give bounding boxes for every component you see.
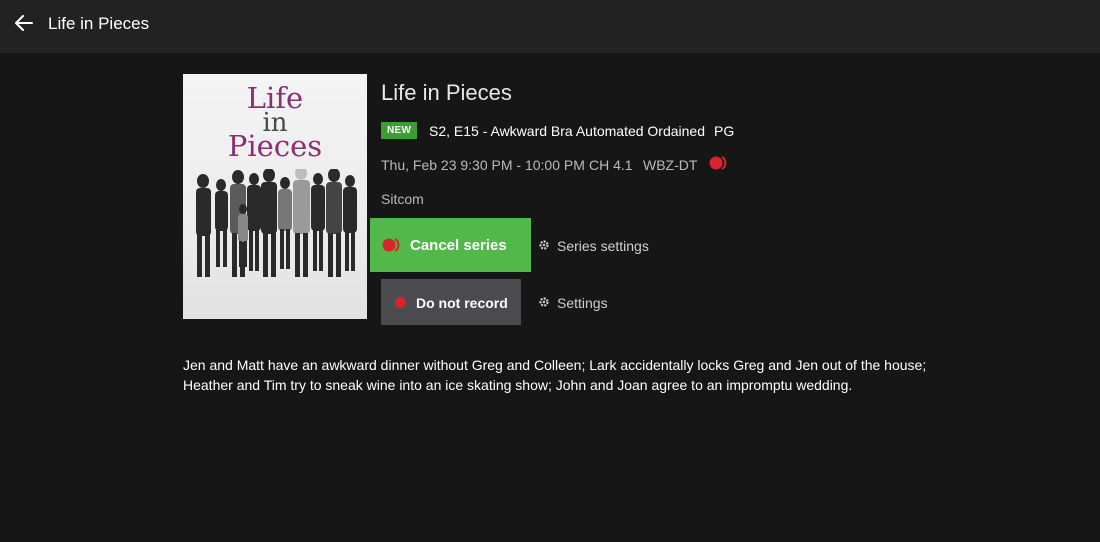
- top-bar: Life in Pieces: [0, 0, 1100, 53]
- settings-link[interactable]: Settings: [557, 295, 608, 311]
- series-settings-link[interactable]: Series settings: [557, 238, 649, 254]
- record-dot-icon: [395, 297, 406, 308]
- gear-icon: [539, 297, 549, 307]
- genre-label: Sitcom: [381, 191, 424, 207]
- series-record-icon: [709, 156, 727, 170]
- cancel-series-label: Cancel series: [410, 237, 507, 254]
- back-button[interactable]: [10, 9, 38, 37]
- do-not-record-button[interactable]: Do not record: [381, 279, 521, 325]
- series-record-icon: [382, 238, 400, 252]
- new-badge: NEW: [381, 122, 418, 139]
- program-description: Jen and Matt have an awkward dinner with…: [183, 357, 927, 393]
- show-poster: Life in Pieces: [183, 74, 367, 319]
- rating-label: PG: [714, 123, 735, 139]
- gear-icon: [539, 240, 549, 250]
- cast-photo: [196, 169, 357, 277]
- channel-number: CH 4.1: [589, 157, 633, 173]
- program-title: Life in Pieces: [381, 80, 512, 105]
- cancel-series-button[interactable]: Cancel series: [370, 218, 531, 272]
- episode-info: S2, E15 - Awkward Bra Automated Ordained: [429, 123, 706, 139]
- airing-datetime: Thu, Feb 23 9:30 PM - 10:00 PM: [381, 157, 585, 173]
- arrow-left-icon: [15, 15, 33, 31]
- station-name: WBZ-DT: [643, 157, 698, 173]
- do-not-record-label: Do not record: [416, 295, 508, 311]
- poster-logo-line3: Pieces: [227, 129, 323, 163]
- page-title: Life in Pieces: [48, 14, 150, 33]
